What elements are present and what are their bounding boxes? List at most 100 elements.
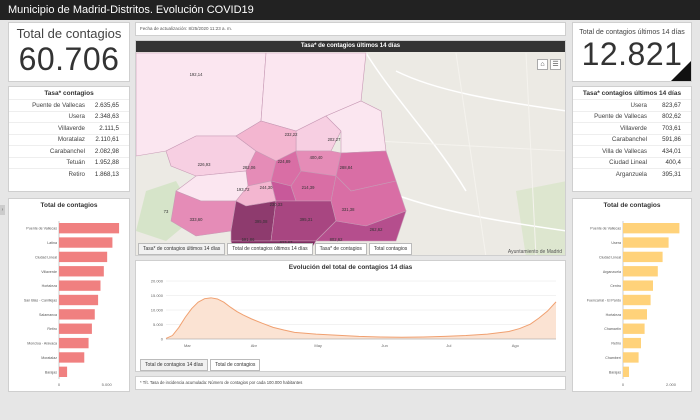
- bar-category-label: Barajas: [609, 370, 621, 374]
- bar[interactable]: [59, 237, 113, 248]
- list-item[interactable]: Ciudad Lineal 400,4: [573, 156, 691, 169]
- bar[interactable]: [623, 223, 680, 234]
- y-tick-label: 0: [161, 337, 164, 342]
- map[interactable]: 192,14 232,22 202,27 226,93 282,06 224,89 193,…: [136, 41, 566, 256]
- bar-tick-label: 2.000: [666, 382, 677, 387]
- bar[interactable]: [623, 366, 629, 377]
- list-item-name: Puente de Vallecas: [594, 113, 647, 121]
- map-district-label: 192,14: [190, 72, 203, 77]
- bar-category-label: Salamanca: [39, 313, 57, 317]
- list-item[interactable]: Puente de Vallecas 2.635,65: [9, 99, 129, 111]
- map-district-label: 395,08: [255, 219, 268, 224]
- list-item[interactable]: Tetuán 1.952,88: [9, 156, 129, 169]
- bar-category-label: Barajas: [45, 370, 57, 374]
- bar[interactable]: [59, 337, 89, 349]
- bar-category-label: Moratalaz: [41, 356, 57, 360]
- bar[interactable]: [623, 309, 647, 320]
- y-tick-label: 5.000: [153, 322, 164, 327]
- map-district-label: 244,30: [260, 185, 273, 190]
- map-district-label: 333,60: [190, 217, 203, 222]
- tab-total-14[interactable]: Total de contagios últimos 14 días: [227, 243, 313, 255]
- list-item[interactable]: Arganzuela 395,31: [573, 168, 691, 180]
- bar[interactable]: [59, 366, 68, 377]
- line-chart-title: Evolución del total de contagios 14 días: [288, 264, 413, 271]
- list-item-value: 1.952,88: [94, 159, 119, 167]
- tab-total-contagios[interactable]: Total de contagios: [210, 359, 261, 371]
- list-item-name: Carabanchel: [49, 147, 85, 155]
- tab-total[interactable]: Total contagios: [368, 243, 413, 255]
- bar[interactable]: [623, 237, 669, 248]
- map-district-label: 331,38: [342, 207, 355, 212]
- bar[interactable]: [59, 323, 92, 334]
- list-item-name: Retiro: [68, 170, 85, 178]
- home-icon[interactable]: ⌂: [537, 59, 548, 70]
- bar[interactable]: [623, 251, 663, 263]
- bar-category-label: Arganzuela: [603, 270, 621, 274]
- left-chart-title: Total de contagios: [40, 202, 98, 209]
- map-tabs: Tasa* de contagios últimos 14 días Total…: [138, 243, 413, 255]
- map-district-label: 73: [164, 209, 169, 214]
- line-chart-tabs: Total de contagios 14 días Total de cont…: [140, 359, 261, 371]
- map-district-label: 214,39: [302, 185, 315, 190]
- list-item-name: Ciudad Lineal: [609, 159, 647, 167]
- map-district-label: 400,40: [310, 155, 323, 160]
- bar-category-label: Villaverde: [41, 270, 57, 274]
- list-item[interactable]: Villaverde 703,61: [573, 122, 691, 134]
- total-contagios-card: Total de contagios 60.706: [8, 22, 130, 82]
- list-item-name: Villaverde: [57, 124, 85, 132]
- bar-category-label: Retiro: [47, 327, 57, 331]
- list-item-name: Tetuán: [66, 159, 85, 167]
- tab-tasa-14[interactable]: Tasa* de contagios últimos 14 días: [138, 243, 226, 255]
- list-item[interactable]: Usera 823,67: [573, 99, 691, 111]
- list-item-name: Villaverde: [619, 124, 647, 132]
- line-chart-panel: Evolución del total de contagios 14 días…: [135, 260, 566, 372]
- bar[interactable]: [59, 223, 120, 234]
- list-item[interactable]: Carabanchel 591,86: [573, 133, 691, 146]
- bar[interactable]: [59, 266, 104, 277]
- tab-total-contagios-14[interactable]: Total de contagios 14 días: [140, 359, 209, 371]
- x-tick-label: Jul: [446, 343, 451, 348]
- list-item[interactable]: Usera 2.348,63: [9, 110, 129, 123]
- list-item-value: 400,4: [665, 159, 681, 167]
- map-district-label: 224,89: [278, 159, 291, 164]
- bar[interactable]: [623, 337, 641, 349]
- map-district-label: 226,93: [198, 162, 211, 167]
- bar-category-label: Ciudad Lineal: [599, 255, 621, 259]
- list-item[interactable]: Villa de Vallecas 434,01: [573, 145, 691, 157]
- footnote-panel: * Tít. Tasa de incidencia acumulada: Núm…: [135, 376, 566, 390]
- list-item[interactable]: Moratalaz 2.110,61: [9, 133, 129, 146]
- tasa14-list: Tasa* contagios últimos 14 días Usera 823…: [572, 86, 692, 192]
- bar[interactable]: [59, 294, 99, 306]
- total-contagios-value: 60.706: [18, 41, 120, 77]
- list-item-name: Usera: [68, 113, 85, 121]
- layer-list-icon[interactable]: ☰: [550, 59, 561, 70]
- map-district-label: 202,27: [328, 137, 341, 142]
- list-item-value: 1.868,13: [94, 170, 119, 178]
- bar-category-label: Puente de Vallecas: [590, 227, 621, 231]
- total-14-card: Total de contagios últimos 14 días 12.82…: [572, 22, 692, 82]
- bar[interactable]: [623, 280, 653, 291]
- x-tick-label: Abr: [251, 343, 258, 348]
- bar[interactable]: [59, 309, 95, 320]
- list-item-name: Puente de Vallecas: [32, 101, 85, 109]
- collapse-handle-icon[interactable]: ›: [0, 205, 5, 215]
- bar[interactable]: [623, 266, 658, 277]
- bar[interactable]: [623, 352, 639, 363]
- bar[interactable]: [59, 251, 108, 263]
- list-item[interactable]: Retiro 1.868,13: [9, 168, 129, 180]
- bar-category-label: Puente de Vallecas: [26, 227, 57, 231]
- bar[interactable]: [59, 352, 85, 363]
- tab-tasa[interactable]: Tasa* de contagios: [314, 243, 367, 255]
- bar[interactable]: [623, 323, 645, 334]
- footnote-text: * Tít. Tasa de incidencia acumulada: Núm…: [140, 380, 303, 385]
- y-tick-label: 20.000: [151, 279, 164, 284]
- tasa-list-title: Tasa* contagios: [44, 90, 94, 97]
- bar[interactable]: [59, 280, 101, 291]
- bar-tick-label: 5.000: [102, 382, 113, 387]
- list-item[interactable]: Carabanchel 2.082,98: [9, 145, 129, 157]
- bar-tick-label: 0: [58, 382, 61, 387]
- list-item-name: Arganzuela: [615, 170, 647, 178]
- bar[interactable]: [623, 294, 651, 306]
- list-item[interactable]: Puente de Vallecas 802,62: [573, 110, 691, 123]
- list-item[interactable]: Villaverde 2.111,5: [9, 122, 129, 134]
